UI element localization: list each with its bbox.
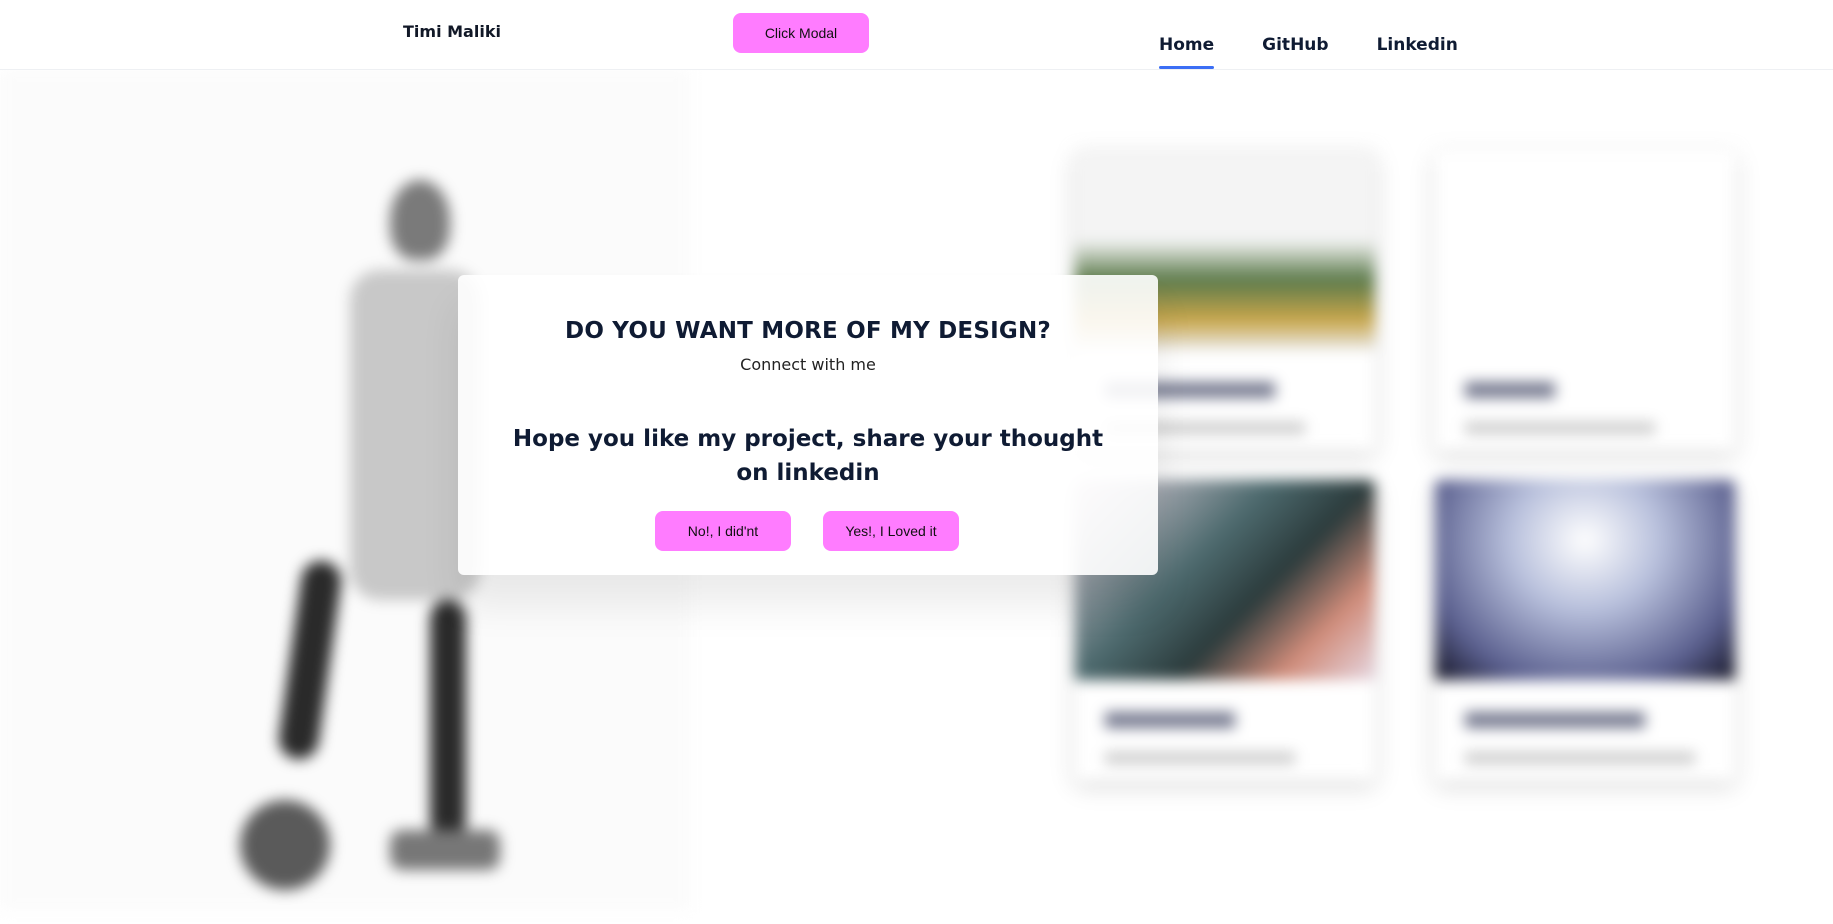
click-modal-button[interactable]: Click Modal (733, 13, 869, 53)
project-card-image (1435, 480, 1735, 680)
modal-subtitle: Connect with me (740, 355, 876, 374)
yes-button[interactable]: Yes!, I Loved it (823, 511, 959, 551)
project-card-title (1105, 712, 1235, 728)
nav-link-linkedin[interactable]: Linkedin (1377, 0, 1458, 70)
nav-link-home[interactable]: Home (1159, 0, 1215, 70)
project-card-image (1435, 150, 1735, 350)
project-card-description (1465, 752, 1695, 764)
no-button[interactable]: No!, I did'nt (655, 511, 791, 551)
project-card-title (1465, 712, 1645, 728)
project-card[interactable] (1435, 480, 1735, 780)
project-card-title (1465, 382, 1555, 398)
top-navbar: Timi Maliki Click Modal Home GitHub Link… (0, 0, 1833, 70)
nav-link-github[interactable]: GitHub (1262, 0, 1328, 70)
project-card-description (1105, 752, 1295, 764)
modal-question: Hope you like my project, share your tho… (512, 426, 1104, 486)
modal-title: DO YOU WANT MORE OF MY DESIGN? (565, 318, 1051, 344)
main-nav: Home GitHub Linkedin (1159, 0, 1458, 70)
brand-name[interactable]: Timi Maliki (403, 22, 501, 41)
project-card[interactable] (1435, 150, 1735, 450)
feedback-modal: DO YOU WANT MORE OF MY DESIGN? Connect w… (458, 275, 1158, 575)
project-card-description (1465, 422, 1655, 434)
